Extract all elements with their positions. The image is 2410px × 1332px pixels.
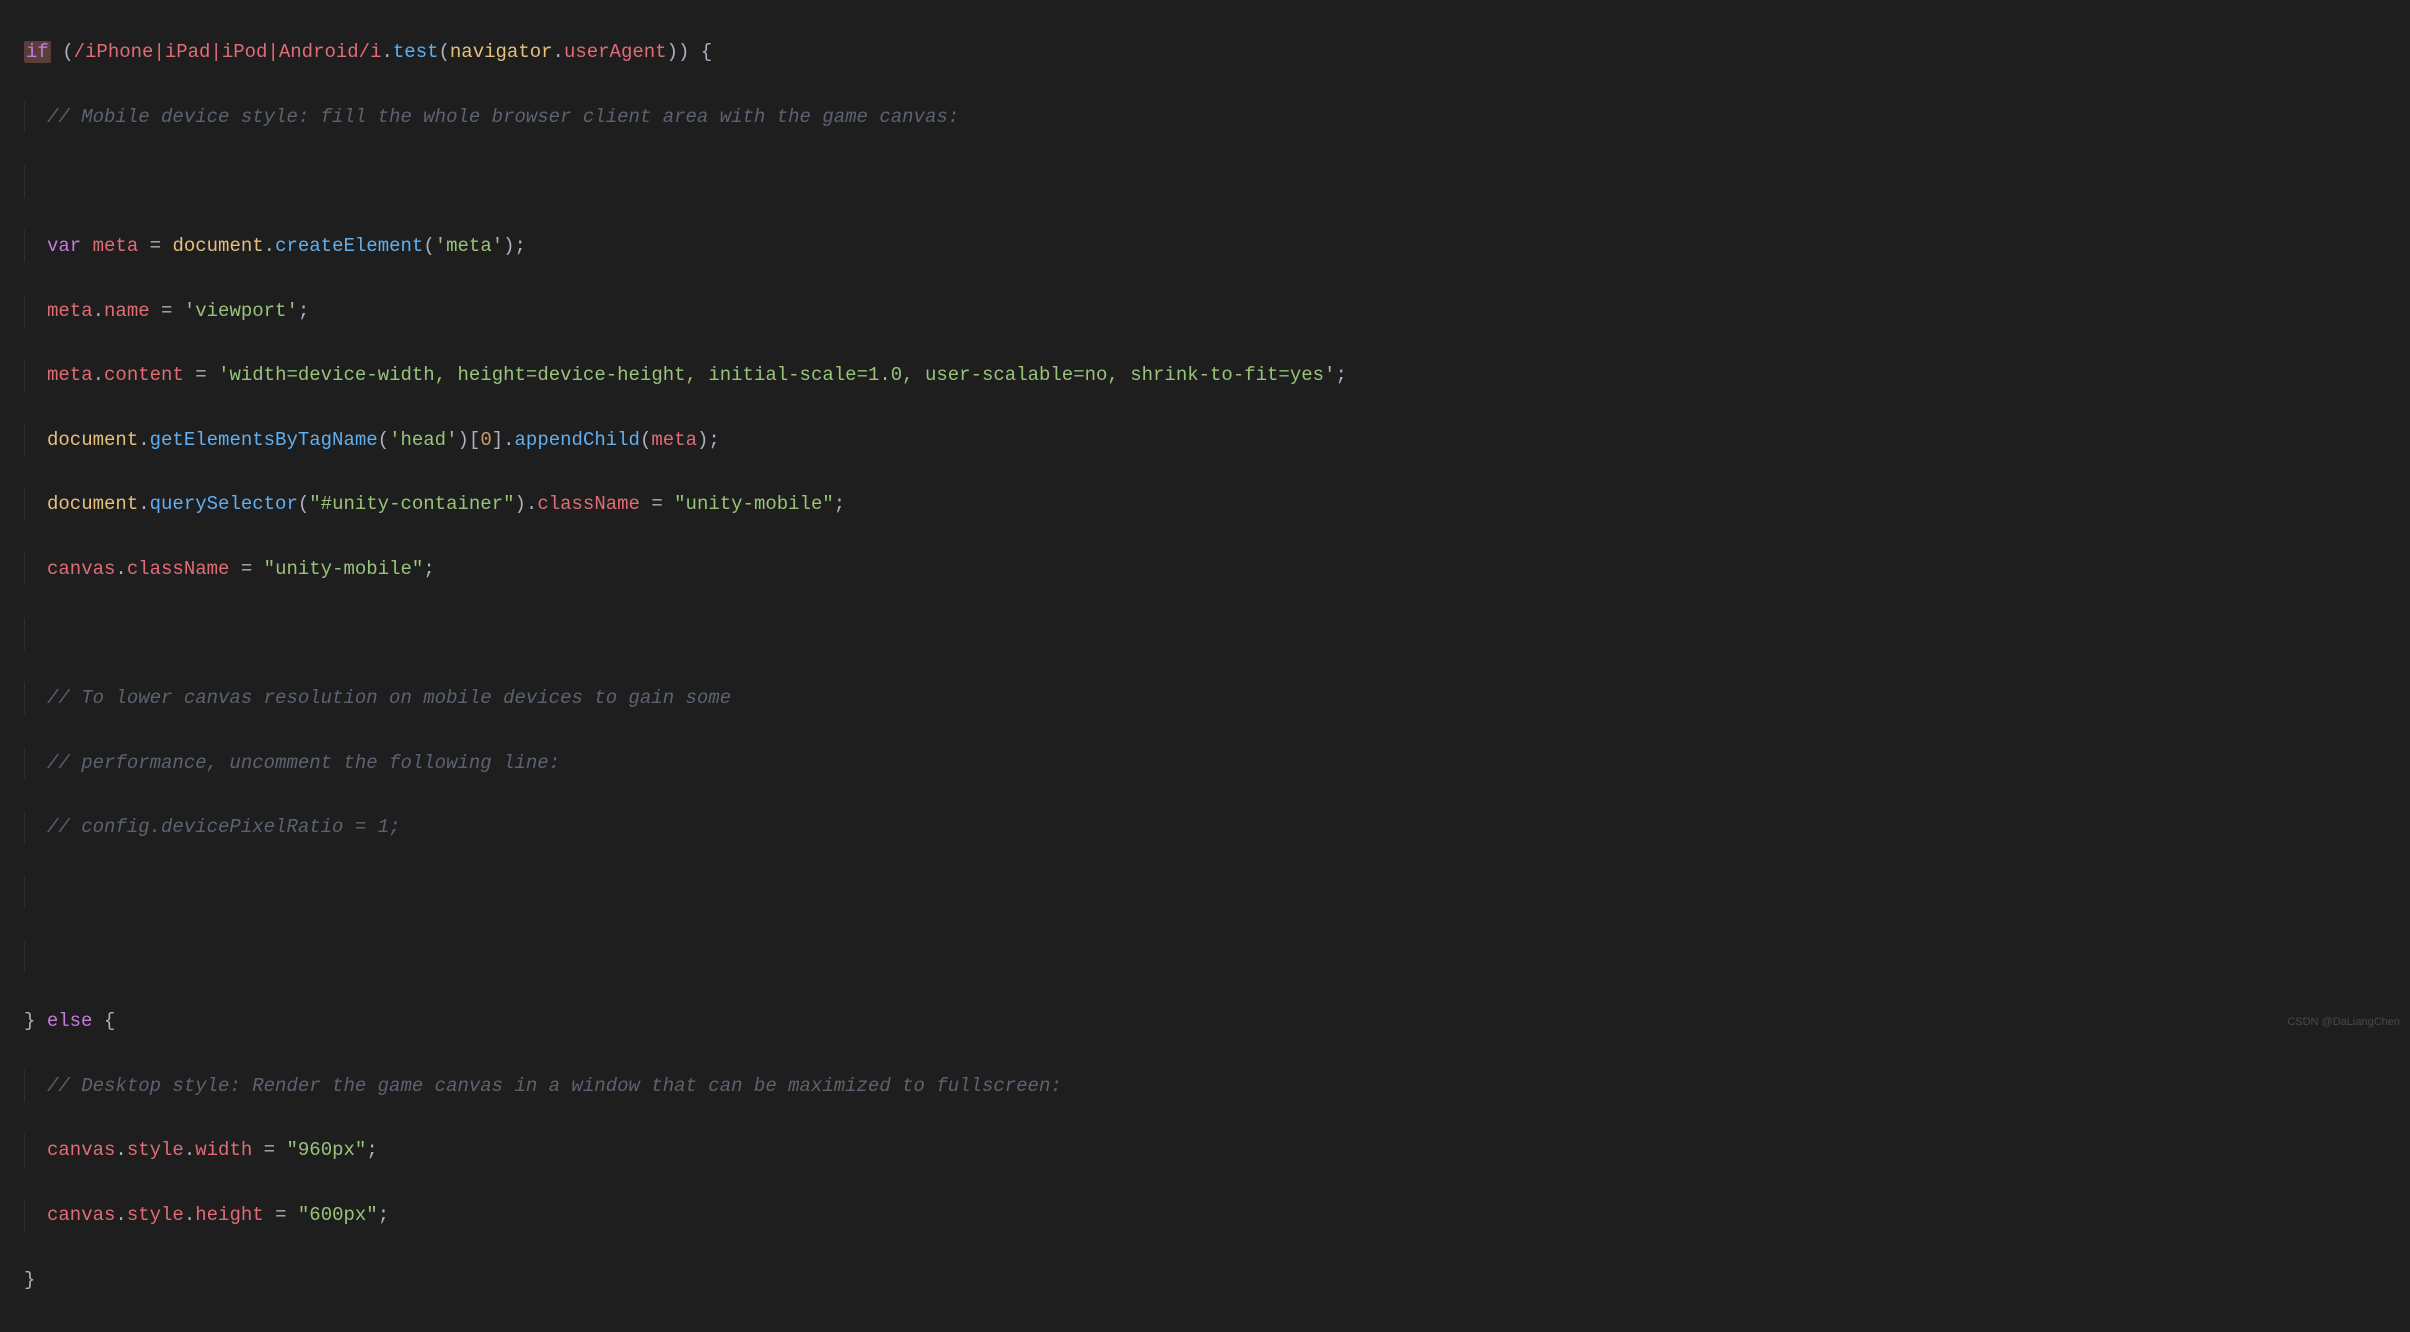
code-line[interactable]: }	[24, 1264, 2410, 1296]
code-line[interactable]: canvas.style.height = "600px";	[24, 1199, 2410, 1231]
code-line-empty[interactable]	[24, 876, 2410, 908]
comment: // performance, uncomment the following …	[47, 752, 560, 774]
var-canvas: canvas	[47, 1204, 115, 1226]
brace-close: }	[24, 1010, 35, 1032]
code-line[interactable]: } else {	[24, 1005, 2410, 1037]
keyword-if: if	[26, 41, 49, 63]
keyword-else: else	[47, 1010, 93, 1032]
var-meta: meta	[47, 300, 93, 322]
code-line[interactable]: document.querySelector("#unity-container…	[24, 488, 2410, 520]
comment: // Mobile device style: fill the whole b…	[47, 106, 959, 128]
document: document	[47, 493, 138, 515]
fn-appendChild: appendChild	[515, 429, 640, 451]
code-line[interactable]: // Desktop style: Render the game canvas…	[24, 1070, 2410, 1102]
code-line[interactable]: // performance, uncomment the following …	[24, 747, 2410, 779]
string-literal: "600px"	[298, 1204, 378, 1226]
code-line[interactable]: meta.name = 'viewport';	[24, 295, 2410, 327]
string-literal: 'head'	[389, 429, 457, 451]
prop-content: content	[104, 364, 184, 386]
string-literal: 'meta'	[435, 235, 503, 257]
fn-getElementsByTagName: getElementsByTagName	[150, 429, 378, 451]
prop-height: height	[195, 1204, 263, 1226]
string-literal: "unity-mobile"	[674, 493, 834, 515]
code-line-empty[interactable]	[24, 941, 2410, 973]
code-line[interactable]: canvas.style.width = "960px";	[24, 1134, 2410, 1166]
prop-style: style	[127, 1204, 184, 1226]
fn-test: test	[393, 41, 439, 63]
prop-className: className	[127, 558, 230, 580]
string-literal: "960px"	[286, 1139, 366, 1161]
code-line[interactable]: // To lower canvas resolution on mobile …	[24, 682, 2410, 714]
string-literal: 'viewport'	[184, 300, 298, 322]
var-meta: meta	[47, 364, 93, 386]
var-meta: meta	[651, 429, 697, 451]
comment: // To lower canvas resolution on mobile …	[47, 687, 731, 709]
code-line-empty[interactable]	[24, 165, 2410, 197]
document: document	[172, 235, 263, 257]
code-line-empty[interactable]	[24, 618, 2410, 650]
prop-style: style	[127, 1139, 184, 1161]
code-line[interactable]: if (/iPhone|iPad|iPod|Android/i.test(nav…	[24, 36, 2410, 68]
var-canvas: canvas	[47, 558, 115, 580]
fn-createElement: createElement	[275, 235, 423, 257]
comment: // Desktop style: Render the game canvas…	[47, 1075, 1062, 1097]
code-editor[interactable]: if (/iPhone|iPad|iPod|Android/i.test(nav…	[0, 0, 2410, 1332]
var-canvas: canvas	[47, 1139, 115, 1161]
string-literal: "unity-mobile"	[264, 558, 424, 580]
string-literal: "#unity-container"	[309, 493, 514, 515]
prop-width: width	[195, 1139, 252, 1161]
code-line[interactable]: // Mobile device style: fill the whole b…	[24, 101, 2410, 133]
regex-literal: /iPhone|iPad|iPod|Android/i	[74, 41, 382, 63]
comment: // config.devicePixelRatio = 1;	[47, 816, 400, 838]
code-line[interactable]: meta.content = 'width=device-width, heig…	[24, 359, 2410, 391]
code-line[interactable]: document.getElementsByTagName('head')[0]…	[24, 424, 2410, 456]
watermark: CSDN @DaLiangChen	[2287, 1013, 2400, 1032]
code-line[interactable]: var meta = document.createElement('meta'…	[24, 230, 2410, 262]
code-line[interactable]: // config.devicePixelRatio = 1;	[24, 811, 2410, 843]
navigator: navigator	[450, 41, 553, 63]
prop-name: name	[104, 300, 150, 322]
code-line[interactable]: canvas.className = "unity-mobile";	[24, 553, 2410, 585]
string-literal: 'width=device-width, height=device-heigh…	[218, 364, 1335, 386]
number-literal: 0	[480, 429, 491, 451]
fn-querySelector: querySelector	[150, 493, 298, 515]
var-meta: meta	[93, 235, 139, 257]
document: document	[47, 429, 138, 451]
keyword-var: var	[47, 235, 81, 257]
userAgent: userAgent	[564, 41, 667, 63]
prop-className: className	[537, 493, 640, 515]
brace-close: }	[24, 1269, 35, 1291]
